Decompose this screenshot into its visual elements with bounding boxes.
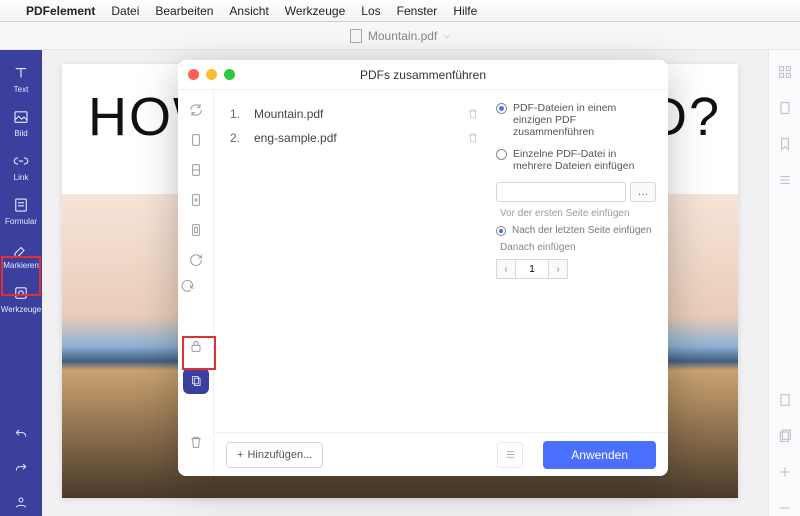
radio-icon bbox=[496, 226, 506, 236]
user-button[interactable] bbox=[2, 488, 40, 516]
image-icon bbox=[12, 108, 30, 126]
mac-menubar: PDFelement Datei Bearbeiten Ansicht Werk… bbox=[0, 0, 800, 22]
merge-options: PDF-Dateien in einem einzigen PDF zusamm… bbox=[492, 90, 668, 476]
undo-icon bbox=[13, 426, 29, 442]
link-icon bbox=[12, 152, 30, 170]
add-button-label: Hinzufügen... bbox=[247, 449, 312, 461]
dialog-titlebar: PDFs zusammenführen bbox=[178, 60, 668, 90]
right-rail bbox=[768, 50, 800, 516]
file-row[interactable]: 2. eng-sample.pdf bbox=[228, 126, 482, 150]
menu-hilfe[interactable]: Hilfe bbox=[453, 4, 477, 18]
page-crop-icon[interactable] bbox=[188, 222, 204, 238]
form-icon bbox=[12, 196, 30, 214]
minus-icon[interactable] bbox=[777, 500, 793, 516]
stack-icon[interactable] bbox=[777, 428, 793, 444]
view-toggle-button[interactable] bbox=[497, 442, 523, 468]
menu-los[interactable]: Los bbox=[361, 4, 380, 18]
remove-file-button[interactable] bbox=[466, 130, 480, 146]
text-icon bbox=[12, 64, 30, 82]
chevron-down-icon[interactable]: ⌵ bbox=[443, 30, 450, 41]
minimize-icon[interactable] bbox=[206, 69, 217, 80]
tool-tools-label: Werkzeuge bbox=[1, 305, 41, 314]
page-icon[interactable] bbox=[777, 100, 793, 116]
file-name: eng-sample.pdf bbox=[254, 131, 456, 145]
tool-image-label: Bild bbox=[14, 129, 27, 138]
refresh-icon[interactable] bbox=[188, 102, 204, 118]
redo-button[interactable] bbox=[2, 454, 40, 482]
radio-icon bbox=[496, 149, 507, 160]
tool-form-label: Formular bbox=[5, 217, 37, 226]
document-title: Mountain.pdf bbox=[368, 29, 437, 43]
tool-image[interactable]: Bild bbox=[2, 104, 40, 142]
tools-icon bbox=[12, 284, 30, 302]
document-icon bbox=[350, 29, 362, 43]
tool-link-label: Link bbox=[14, 173, 29, 182]
insert-before-label: Vor der ersten Seite einfügen bbox=[500, 208, 656, 219]
close-icon[interactable] bbox=[188, 69, 199, 80]
file-row[interactable]: 1. Mountain.pdf bbox=[228, 102, 482, 126]
grid-icon[interactable] bbox=[777, 64, 793, 80]
lock-icon[interactable] bbox=[188, 338, 204, 354]
apply-button[interactable]: Anwenden bbox=[543, 441, 656, 469]
plus-icon: + bbox=[237, 449, 243, 461]
page-icon[interactable] bbox=[188, 132, 204, 148]
menubar-app[interactable]: PDFelement bbox=[26, 4, 95, 18]
undo-button[interactable] bbox=[2, 420, 40, 448]
add-file-button[interactable]: + Hinzufügen... bbox=[226, 442, 323, 468]
merge-dialog: PDFs zusammenführen 1. Mountain.pdf 2. bbox=[178, 60, 668, 476]
option-label: Einzelne PDF-Datei in mehrere Dateien ei… bbox=[513, 148, 656, 172]
page-stepper: ‹ › bbox=[496, 259, 656, 279]
user-icon bbox=[13, 494, 29, 510]
plus-icon[interactable] bbox=[777, 464, 793, 480]
tool-highlight-label: Markieren bbox=[3, 261, 39, 270]
option-label: PDF-Dateien in einem einzigen PDF zusamm… bbox=[513, 102, 656, 138]
file-index: 1. bbox=[230, 107, 244, 121]
bookmark-icon[interactable] bbox=[777, 136, 793, 152]
file-path-input[interactable] bbox=[496, 182, 626, 202]
menu-bearbeiten[interactable]: Bearbeiten bbox=[155, 4, 213, 18]
tool-highlight[interactable]: Markieren bbox=[2, 236, 40, 274]
list-icon[interactable] bbox=[777, 172, 793, 188]
tool-link[interactable]: Link bbox=[2, 148, 40, 186]
traffic-lights bbox=[188, 69, 235, 80]
trash-icon[interactable] bbox=[188, 434, 204, 450]
stepper-prev[interactable]: ‹ bbox=[496, 259, 516, 279]
tool-tools[interactable]: Werkzeuge bbox=[2, 280, 40, 318]
highlight-icon bbox=[12, 240, 30, 258]
insert-then-label: Danach einfügen bbox=[500, 242, 656, 253]
redo-icon bbox=[13, 460, 29, 476]
rotate-ccw-icon[interactable] bbox=[188, 282, 204, 298]
insert-after-option[interactable]: Nach der letzten Seite einfügen bbox=[496, 225, 656, 236]
file-index: 2. bbox=[230, 131, 244, 145]
stepper-next[interactable]: › bbox=[548, 259, 568, 279]
menu-fenster[interactable]: Fenster bbox=[397, 4, 438, 18]
remove-file-button[interactable] bbox=[466, 106, 480, 122]
tool-text[interactable]: Text bbox=[2, 60, 40, 98]
dialog-footer: + Hinzufügen... Anwenden bbox=[214, 432, 668, 476]
file-list: 1. Mountain.pdf 2. eng-sample.pdf bbox=[214, 90, 492, 476]
left-toolbar: Text Bild Link Formular Markieren Werkze… bbox=[0, 50, 42, 516]
stepper-value[interactable] bbox=[516, 259, 548, 279]
thumbnail-icon[interactable] bbox=[777, 392, 793, 408]
menu-datei[interactable]: Datei bbox=[111, 4, 139, 18]
dialog-title: PDFs zusammenführen bbox=[360, 68, 486, 82]
page-split-icon[interactable] bbox=[188, 162, 204, 178]
dialog-side-rail bbox=[178, 90, 214, 476]
menu-werkzeuge[interactable]: Werkzeuge bbox=[285, 4, 345, 18]
tool-form[interactable]: Formular bbox=[2, 192, 40, 230]
option-insert-multiple[interactable]: Einzelne PDF-Datei in mehrere Dateien ei… bbox=[496, 148, 656, 172]
tool-text-label: Text bbox=[14, 85, 29, 94]
page-extract-icon[interactable] bbox=[188, 192, 204, 208]
option-label: Nach der letzten Seite einfügen bbox=[512, 225, 652, 236]
rotate-cw-icon[interactable] bbox=[188, 252, 204, 268]
merge-tool-button[interactable] bbox=[183, 368, 209, 394]
option-merge-single[interactable]: PDF-Dateien in einem einzigen PDF zusamm… bbox=[496, 102, 656, 138]
file-name: Mountain.pdf bbox=[254, 107, 456, 121]
browse-button[interactable]: … bbox=[630, 182, 656, 202]
menu-ansicht[interactable]: Ansicht bbox=[229, 4, 268, 18]
radio-icon bbox=[496, 103, 507, 114]
window-titlebar: Mountain.pdf ⌵ bbox=[0, 22, 800, 50]
zoom-icon[interactable] bbox=[224, 69, 235, 80]
merge-icon bbox=[189, 374, 203, 388]
